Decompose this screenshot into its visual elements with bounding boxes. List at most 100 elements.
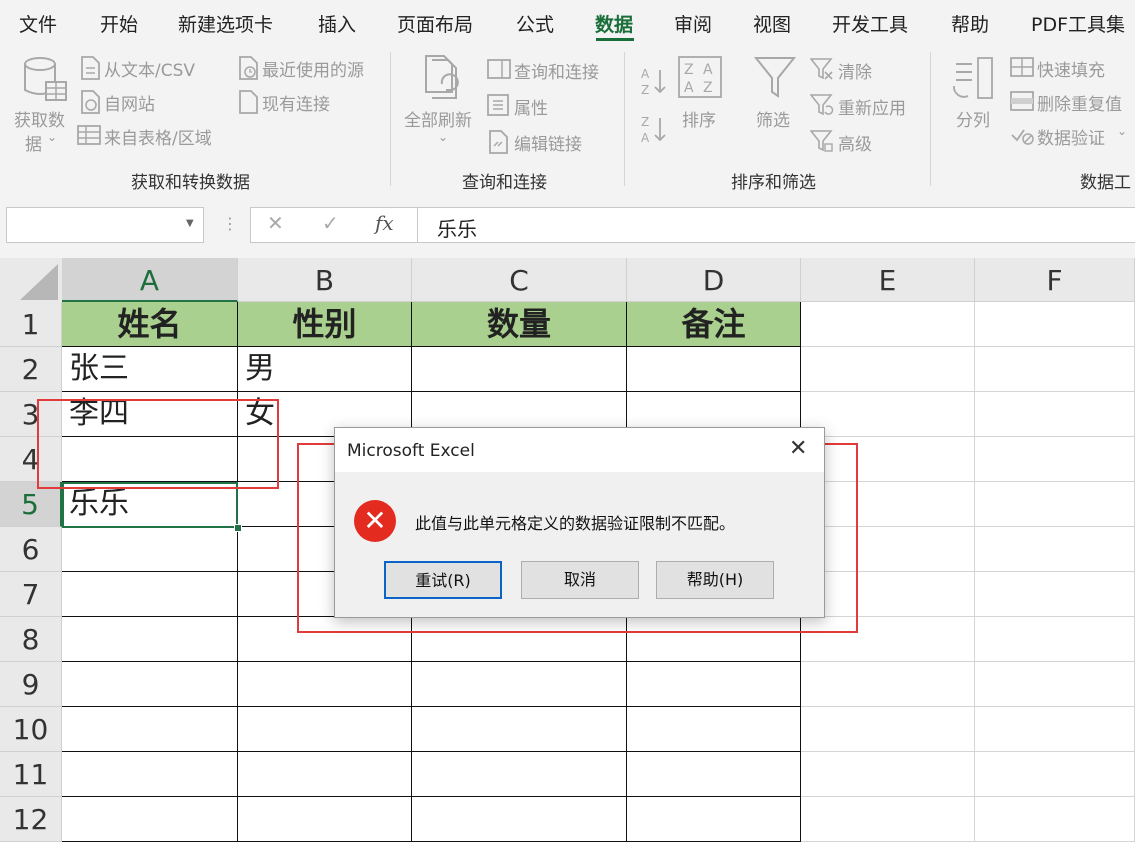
cell-b12[interactable] (238, 797, 412, 842)
cell-f5[interactable] (975, 482, 1135, 527)
cell-c12[interactable] (412, 797, 627, 842)
column-header-f[interactable]: F (975, 258, 1135, 302)
tab-pdf-tools[interactable]: PDF工具集 (1031, 10, 1125, 37)
cancel-icon[interactable]: ✕ (267, 211, 284, 235)
row-header-9[interactable]: 9 (0, 662, 62, 707)
cell-e2[interactable] (801, 347, 975, 392)
row-header-10[interactable]: 10 (0, 707, 62, 752)
tab-data[interactable]: 数据 (595, 10, 633, 37)
column-header-b[interactable]: B (238, 258, 412, 302)
cell-a2[interactable]: 张三 (62, 347, 238, 392)
refresh-all-icon[interactable] (422, 54, 466, 106)
row-header-11[interactable]: 11 (0, 752, 62, 797)
tab-home[interactable]: 开始 (100, 10, 138, 37)
cell-e11[interactable] (801, 752, 975, 797)
sort-dialog-icon[interactable]: ZAAZ (678, 56, 722, 102)
cell-d12[interactable] (627, 797, 801, 842)
queries-connections-button[interactable]: 查询和连接 (514, 58, 599, 83)
cell-d2[interactable] (627, 347, 801, 392)
row-header-7[interactable]: 7 (0, 572, 62, 617)
cell-c10[interactable] (412, 707, 627, 752)
remove-duplicates-button[interactable]: 删除重复值 (1037, 90, 1122, 115)
filter-button[interactable]: 筛选 (756, 106, 790, 131)
chevron-down-icon[interactable]: ⌄ (438, 130, 448, 144)
cell-f7[interactable] (975, 572, 1135, 617)
cell-e3[interactable] (801, 392, 975, 437)
cell-b9[interactable] (238, 662, 412, 707)
get-data-label-2[interactable]: 据 (25, 130, 42, 155)
cell-c2[interactable] (412, 347, 627, 392)
cell-b1[interactable]: 性别 (238, 302, 412, 347)
enter-icon[interactable]: ✓ (322, 211, 339, 235)
cell-f6[interactable] (975, 527, 1135, 572)
sort-ascending-icon[interactable]: AZ (640, 66, 668, 100)
column-header-e[interactable]: E (801, 258, 975, 302)
cancel-button[interactable]: 取消 (521, 561, 639, 599)
cell-d11[interactable] (627, 752, 801, 797)
filter-icon[interactable] (753, 56, 797, 104)
cell-c1[interactable]: 数量 (412, 302, 627, 347)
cell-c9[interactable] (412, 662, 627, 707)
cell-a6[interactable] (62, 527, 238, 572)
cell-e1[interactable] (801, 302, 975, 347)
clear-button[interactable]: 清除 (838, 58, 872, 83)
close-icon[interactable]: ✕ (789, 436, 807, 461)
row-header-6[interactable]: 6 (0, 527, 62, 572)
tab-insert[interactable]: 插入 (318, 10, 356, 37)
cell-d10[interactable] (627, 707, 801, 752)
cell-b2[interactable]: 男 (238, 347, 412, 392)
flash-fill-button[interactable]: 快速填充 (1037, 56, 1105, 81)
dialog-titlebar[interactable]: Microsoft Excel ✕ (335, 428, 824, 472)
from-web-button[interactable]: 自网站 (104, 90, 155, 115)
from-table-range-button[interactable]: 来自表格/区域 (104, 124, 212, 149)
chevron-down-icon[interactable]: ▼ (186, 218, 194, 229)
refresh-all-button[interactable]: 全部刷新 (404, 106, 472, 131)
cell-f4[interactable] (975, 437, 1135, 482)
tab-page-layout[interactable]: 页面布局 (397, 10, 473, 37)
cell-a11[interactable] (62, 752, 238, 797)
recent-sources-button[interactable]: 最近使用的源 (262, 56, 364, 81)
cell-e12[interactable] (801, 797, 975, 842)
cell-b11[interactable] (238, 752, 412, 797)
row-header-2[interactable]: 2 (0, 347, 62, 392)
help-button[interactable]: 帮助(H) (656, 561, 774, 599)
column-header-d[interactable]: D (627, 258, 801, 302)
tab-file[interactable]: 文件 (19, 10, 57, 37)
tab-developer[interactable]: 开发工具 (832, 10, 908, 37)
chevron-down-icon[interactable]: ⌄ (1117, 124, 1127, 138)
cell-a7[interactable] (62, 572, 238, 617)
cell-a10[interactable] (62, 707, 238, 752)
formula-value[interactable]: 乐乐 (437, 213, 477, 242)
cell-d9[interactable] (627, 662, 801, 707)
cell-e9[interactable] (801, 662, 975, 707)
row-header-12[interactable]: 12 (0, 797, 62, 842)
tab-formulas[interactable]: 公式 (516, 10, 554, 37)
database-icon[interactable] (22, 56, 68, 108)
cell-f9[interactable] (975, 662, 1135, 707)
cell-f10[interactable] (975, 707, 1135, 752)
properties-button[interactable]: 属性 (514, 94, 548, 119)
text-to-columns-icon[interactable] (950, 56, 996, 106)
edit-links-button[interactable]: 编辑链接 (514, 130, 582, 155)
tab-view[interactable]: 视图 (753, 10, 791, 37)
from-text-csv-button[interactable]: 从文本/CSV (104, 56, 195, 81)
existing-connections-button[interactable]: 现有连接 (262, 90, 330, 115)
tab-help[interactable]: 帮助 (951, 10, 989, 37)
fill-handle[interactable] (234, 524, 242, 532)
cell-a12[interactable] (62, 797, 238, 842)
cell-f12[interactable] (975, 797, 1135, 842)
tab-new-tab[interactable]: 新建选项卡 (178, 10, 273, 37)
cell-f2[interactable] (975, 347, 1135, 392)
retry-button[interactable]: 重试(R) (384, 561, 502, 599)
reapply-button[interactable]: 重新应用 (838, 94, 906, 119)
data-validation-button[interactable]: 数据验证 (1037, 124, 1105, 149)
cell-f11[interactable] (975, 752, 1135, 797)
cell-f3[interactable] (975, 392, 1135, 437)
sort-descending-icon[interactable]: ZA (640, 114, 668, 148)
cell-e10[interactable] (801, 707, 975, 752)
cell-d1[interactable]: 备注 (627, 302, 801, 347)
cell-f8[interactable] (975, 617, 1135, 662)
insert-function-icon[interactable]: fx (375, 211, 394, 235)
name-box[interactable] (6, 207, 204, 243)
cell-a8[interactable] (62, 617, 238, 662)
